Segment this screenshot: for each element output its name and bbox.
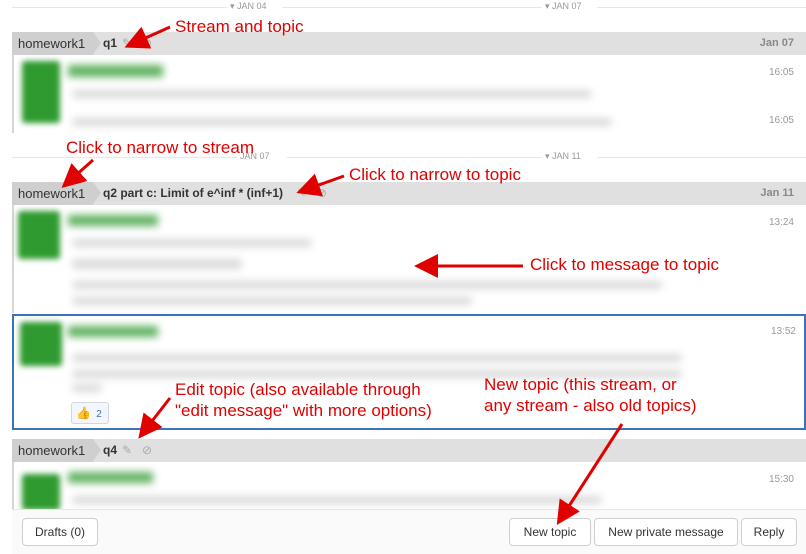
- recipient-date: Jan 11: [760, 187, 794, 199]
- caret-down-icon: ▾: [545, 151, 550, 161]
- topic-label[interactable]: q2 part c: Limit of e^inf * (inf+1): [103, 182, 283, 205]
- divider-date-right: JAN 11: [552, 151, 581, 161]
- message-content: [72, 384, 102, 392]
- new-topic-button[interactable]: New topic: [509, 518, 591, 546]
- divider-date-right: JAN 07: [552, 1, 582, 11]
- mute-icon[interactable]: ⊘: [142, 37, 155, 50]
- timestamp[interactable]: 13:24: [769, 217, 794, 228]
- annotation-edit-topic-2: "edit message" with more options): [175, 401, 432, 420]
- new-private-message-button[interactable]: New private message: [594, 518, 738, 546]
- message-content: [72, 496, 602, 504]
- annotation-new-topic-2: any stream - also old topics): [484, 396, 697, 415]
- annotation-narrow-stream: Click to narrow to stream: [66, 138, 254, 157]
- recipient-bar-q1: homework1 q1 ✎ ⊘ Jan 07: [12, 32, 806, 55]
- reaction-thumbs-up[interactable]: 👍 2: [71, 402, 109, 424]
- sender-name: [68, 65, 163, 77]
- pencil-icon[interactable]: ✎: [122, 444, 135, 457]
- message-content: [72, 118, 612, 126]
- timestamp[interactable]: 16:05: [769, 67, 794, 78]
- message-q4[interactable]: 15:30: [12, 462, 806, 512]
- divider-date-left: JAN 04: [237, 1, 267, 11]
- avatar: [20, 322, 62, 366]
- pencil-icon[interactable]: ✎: [122, 37, 135, 50]
- annotation-stream-topic: Stream and topic: [175, 17, 304, 36]
- stream-label[interactable]: homework1: [12, 32, 102, 55]
- reaction-count: 2: [96, 409, 102, 420]
- annotation-edit-topic-1: Edit topic (also available through: [175, 380, 421, 399]
- timestamp[interactable]: 16:05: [769, 115, 794, 126]
- annotation-narrow-topic: Click to narrow to topic: [349, 165, 521, 184]
- thumbs-up-icon: 👍: [76, 406, 91, 420]
- recipient-bar-q2: homework1 q2 part c: Limit of e^inf * (i…: [12, 182, 806, 205]
- avatar: [22, 61, 60, 123]
- message-content: [72, 281, 662, 289]
- annotation-message-topic: Click to message to topic: [530, 255, 719, 274]
- message-content: [72, 259, 242, 269]
- sender-name: [68, 215, 158, 226]
- stream-label[interactable]: homework1: [12, 439, 102, 462]
- message-content: [72, 90, 592, 98]
- mute-icon[interactable]: ⊘: [142, 444, 155, 457]
- date-divider-top: ▾ JAN 04 ▾ JAN 07: [12, 0, 806, 14]
- timestamp[interactable]: 13:52: [771, 326, 796, 337]
- message-content: [72, 297, 472, 305]
- avatar: [18, 211, 60, 259]
- topic-label[interactable]: q4: [103, 439, 117, 462]
- caret-down-icon: ▾: [230, 1, 235, 11]
- sender-name: [68, 326, 158, 337]
- sender-name: [68, 472, 153, 483]
- message-content: [72, 354, 682, 362]
- recipient-date: Jan 07: [759, 37, 794, 49]
- drafts-button[interactable]: Drafts (0): [22, 518, 98, 546]
- mute-icon[interactable]: ⊘: [317, 187, 330, 200]
- reply-button[interactable]: Reply: [741, 518, 797, 546]
- message-q1[interactable]: 16:05 16:05: [12, 55, 806, 133]
- message-content: [72, 239, 312, 247]
- stream-label[interactable]: homework1: [12, 182, 102, 205]
- timestamp[interactable]: 15:30: [769, 474, 794, 485]
- recipient-bar-q4: homework1 q4 ✎ ⊘: [12, 439, 806, 462]
- topic-label[interactable]: q1: [103, 32, 117, 55]
- avatar: [22, 474, 60, 510]
- caret-down-icon: ▾: [545, 1, 550, 11]
- pencil-icon[interactable]: ✎: [297, 187, 310, 200]
- annotation-new-topic-1: New topic (this stream, or: [484, 375, 677, 394]
